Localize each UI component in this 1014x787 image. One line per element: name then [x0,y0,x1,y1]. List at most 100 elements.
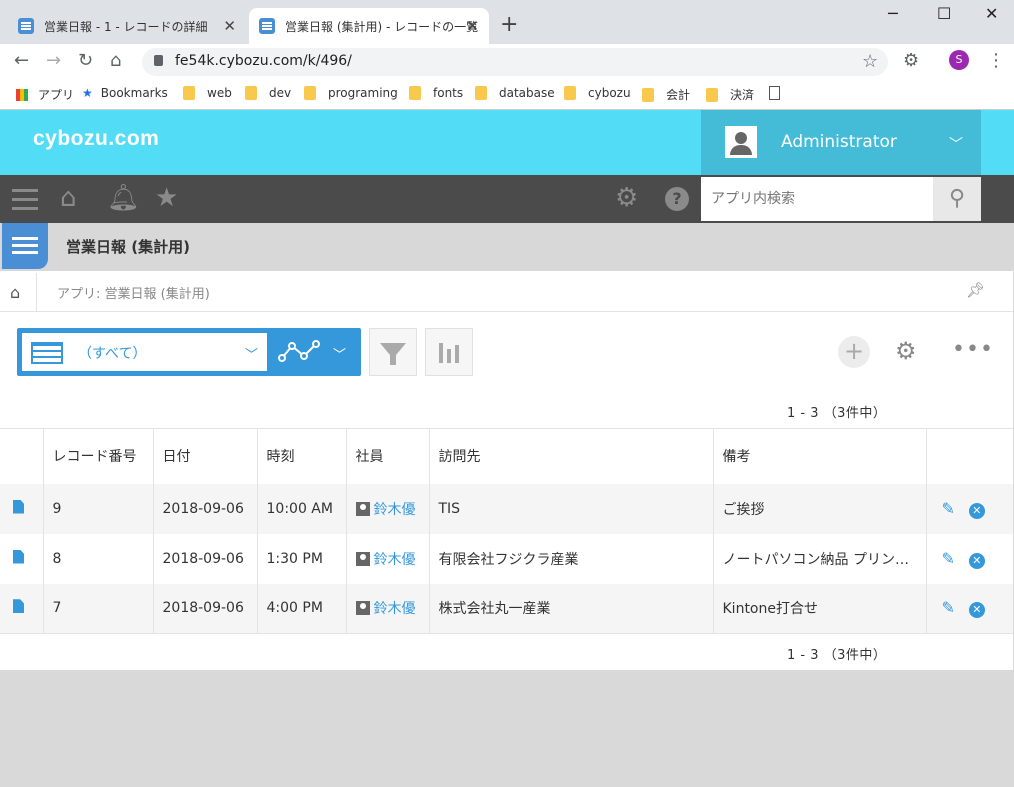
settings-gear-icon[interactable]: ⚙ [615,183,638,213]
table-row: 8 2018-09-06 1:30 PM 鈴木優 有限会社フジクラ産業 ノートパ… [0,533,1013,584]
window-close-button[interactable]: ✕ [985,4,998,23]
record-detail-icon[interactable] [13,599,24,614]
bookmark-folder[interactable]: programing [304,86,398,100]
bookmark-folder[interactable]: 決済 [706,86,754,103]
back-icon[interactable]: ← [14,50,29,71]
chevron-down-icon[interactable]: ﹀ [333,344,346,363]
chevron-down-icon[interactable]: ﹀ [245,344,258,363]
new-tab-button[interactable]: + [500,12,518,37]
folder-icon [475,86,487,100]
extension-icon[interactable]: ⚙ [903,50,919,71]
record-detail-icon[interactable] [13,499,24,514]
browser-tab[interactable]: 営業日報 - 1 - レコードの詳細 ✕ [8,8,246,44]
favorites-star-icon[interactable]: ★ [155,183,178,213]
search-icon[interactable]: ⚲ [933,177,981,221]
bookmark-folder[interactable]: fonts [409,86,463,100]
user-icon [355,601,370,616]
home-icon[interactable]: ⌂ [60,183,77,213]
view-label[interactable]: （すべて） [78,343,146,363]
edit-pencil-icon[interactable]: ✎ [942,499,955,518]
folder-icon [245,86,257,100]
column-header[interactable]: 日付 [152,428,257,484]
bookmark-folder[interactable]: database [475,86,555,100]
apps-grid-icon [16,88,28,101]
close-tab-icon[interactable]: ✕ [466,17,479,35]
table-header-row: レコード番号 日付 時刻 社員 訪問先 備考 [0,428,1013,484]
employee-link[interactable]: 鈴木優 [374,601,416,617]
chevron-down-icon[interactable]: ﹀ [949,134,963,154]
graph-button[interactable] [425,328,473,376]
column-header[interactable]: 備考 [712,428,926,484]
column-header[interactable]: 時刻 [256,428,346,484]
close-tab-icon[interactable]: ✕ [223,17,236,35]
app-list-icon [2,223,48,269]
edit-pencil-icon[interactable]: ✎ [942,598,955,617]
lock-icon [154,55,163,66]
star-icon[interactable]: ☆ [862,51,878,72]
graph-icon[interactable] [278,338,320,364]
folder-icon [706,87,718,102]
username[interactable]: Administrator [781,132,897,152]
bookmark-folder[interactable]: cybozu [564,86,631,100]
header-spacer [0,428,43,484]
record-note: ご挨拶 [712,483,926,534]
column-header[interactable]: 訪問先 [428,428,713,484]
profile-avatar[interactable]: S [949,50,969,70]
reload-icon[interactable]: ↻ [78,50,93,71]
edit-pencil-icon[interactable]: ✎ [942,549,955,568]
folder-icon [409,86,421,100]
record-time: 1:30 PM [256,533,346,584]
app-search-input[interactable] [701,177,933,221]
page-icon[interactable] [769,86,780,100]
forward-icon[interactable]: → [46,50,61,71]
more-options-icon[interactable]: ••• [952,337,994,362]
chrome-menu-icon[interactable]: ⋮ [987,50,1005,71]
bookmark-apps[interactable]: アプリ [16,86,74,103]
column-header[interactable]: レコード番号 [42,428,153,484]
bookmark-folder[interactable]: 会計 [642,86,690,103]
user-avatar-icon [725,126,757,158]
record-id: 7 [42,583,153,634]
user-icon [355,501,370,516]
add-record-button[interactable]: + [838,336,870,368]
app-settings-gear-icon[interactable]: ⚙ [895,337,917,365]
folder-icon [304,86,316,100]
bookmark-folder[interactable]: dev [245,86,291,100]
pin-icon[interactable]: 📌︎ [966,281,985,299]
employee-link[interactable]: 鈴木優 [374,552,416,568]
app-title: 営業日報 (集計用) [66,238,190,256]
notification-bell-icon[interactable]: 🔔︎ [107,183,140,213]
record-time: 10:00 AM [256,483,346,534]
app-list-icon [18,18,34,34]
minimize-button[interactable]: ─ [888,4,898,23]
records-table: レコード番号 日付 時刻 社員 訪問先 備考 9 2018-09-06 10:0… [0,428,1013,634]
folder-icon [183,86,195,100]
record-detail-icon[interactable] [13,549,24,564]
browser-tab-active[interactable]: 営業日報 (集計用) - レコードの一覧 ✕ [249,8,489,44]
column-header[interactable]: 社員 [345,428,429,484]
header-spacer [925,428,1013,484]
filter-button[interactable] [369,328,417,376]
cybozu-logo[interactable]: cybozu.com [33,127,159,151]
tab-title: 営業日報 (集計用) - レコードの一覧 [285,19,479,34]
help-icon[interactable]: ? [665,187,689,211]
delete-icon[interactable]: ✕ [968,602,985,619]
bookmark-bookmarks[interactable]: ★ Bookmarks [82,86,168,100]
record-id: 8 [42,533,153,584]
home-icon[interactable]: ⌂ [110,50,121,71]
breadcrumb-app-link[interactable]: アプリ: 営業日報 (集計用) [57,283,210,302]
home-icon[interactable]: ⌂ [10,283,20,302]
user-icon [355,551,370,566]
table-view-icon [31,342,63,364]
maximize-button[interactable]: ☐ [937,4,951,23]
record-note: Kintone打合せ [712,583,926,634]
record-count: 1 - 3 （3件中） [787,406,887,421]
menu-icon[interactable] [12,189,38,192]
record-visit: 株式会社丸一産業 [428,583,713,634]
employee-link[interactable]: 鈴木優 [374,502,416,518]
url-text[interactable]: fe54k.cybozu.com/k/496/ [175,53,352,69]
delete-icon[interactable]: ✕ [968,552,985,569]
star-icon: ★ [82,86,93,100]
bookmark-folder[interactable]: web [183,86,232,100]
delete-icon[interactable]: ✕ [968,502,985,519]
